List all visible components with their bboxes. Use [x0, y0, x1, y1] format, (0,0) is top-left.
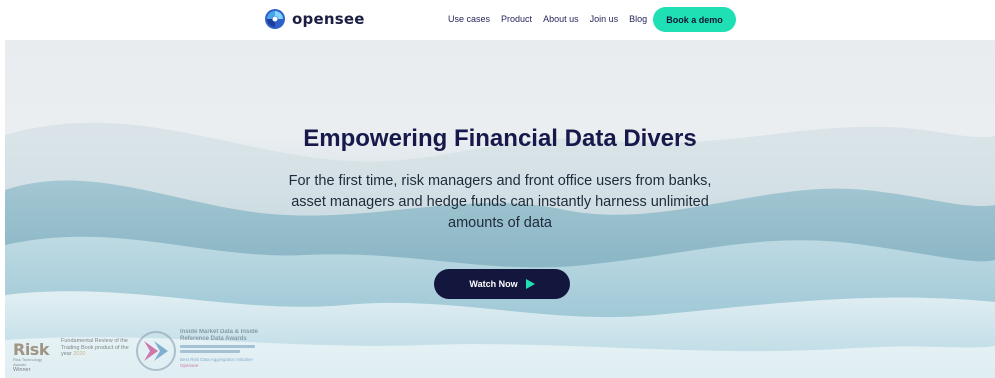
award-emblem-icon — [136, 331, 176, 371]
decorative-line — [180, 345, 255, 348]
nav-link-use-cases[interactable]: Use cases — [448, 13, 490, 25]
risk-award-description: Fundamental Review of the Trading Book p… — [61, 338, 131, 358]
nav-links: Use cases Product About us Join us Blog — [448, 13, 658, 25]
brand-logo[interactable]: opensee — [264, 8, 365, 30]
book-demo-button[interactable]: Book a demo — [653, 7, 736, 32]
inside-award-decoration — [180, 345, 255, 355]
watch-now-label: Watch Now — [469, 279, 518, 289]
play-icon — [525, 279, 535, 289]
hero-subtitle: For the first time, risk managers and fr… — [288, 173, 712, 231]
top-nav: opensee Use cases Product About us Join … — [0, 0, 995, 40]
decorative-line — [180, 350, 240, 353]
nav-link-about-us[interactable]: About us — [543, 13, 579, 25]
nav-link-join-us[interactable]: Join us — [590, 13, 619, 25]
risk-award-tagline: Risk Technology Awards — [13, 357, 43, 367]
brand-name: opensee — [292, 10, 365, 28]
inside-award-title: Inside Market Data & Inside Reference Da… — [180, 329, 259, 342]
risk-award-status: Winner — [13, 367, 31, 373]
hero-section: Empowering Financial Data Divers For the… — [5, 40, 995, 378]
risk-award-badge: Risk Risk Technology Awards Winner Funda… — [13, 336, 133, 378]
opensee-logo-icon — [265, 9, 285, 29]
hero-title: Empowering Financial Data Divers — [303, 125, 697, 152]
inside-award-brand: Opensee — [180, 362, 199, 368]
nav-link-blog[interactable]: Blog — [629, 13, 647, 25]
watch-now-button[interactable]: Watch Now — [434, 269, 570, 299]
risk-award-text: Fundamental Review of the Trading Book p… — [61, 338, 129, 357]
nav-link-product[interactable]: Product — [501, 13, 532, 25]
inside-award-description: Best Risk Data Aggregation Initiative Op… — [180, 357, 270, 368]
inside-market-data-award-badge: Inside Market Data & Inside Reference Da… — [134, 327, 284, 378]
risk-award-year: 2020 — [73, 351, 86, 357]
